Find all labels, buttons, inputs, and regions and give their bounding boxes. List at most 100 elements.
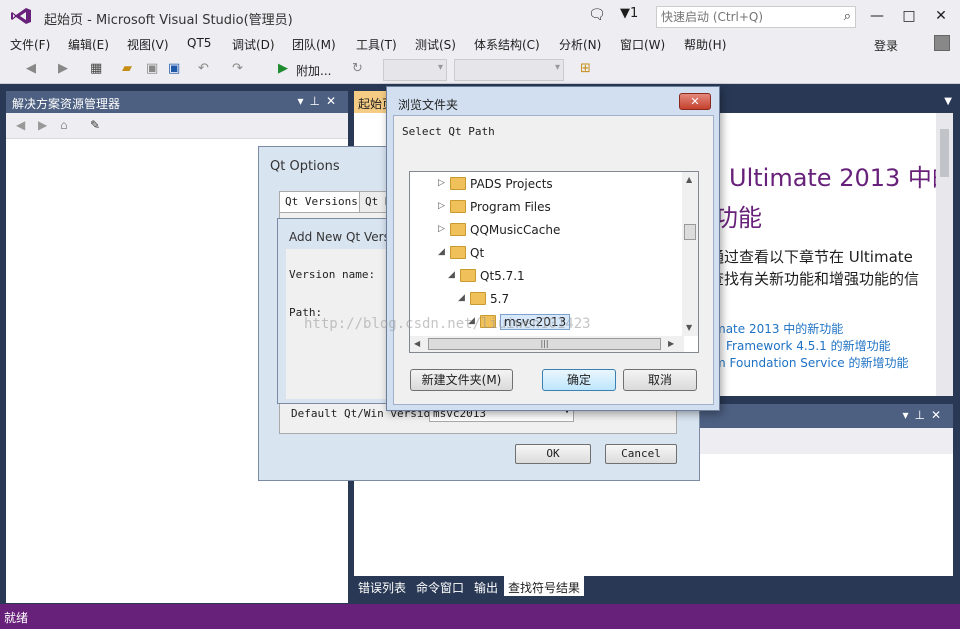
add-qt-version-dialog: Add New Qt Version Version name: Path: — [277, 218, 397, 404]
save-all-icon[interactable]: ▣ — [168, 61, 180, 76]
collapse-arrow-icon[interactable]: ◢ — [438, 247, 450, 257]
solution-platform-select[interactable] — [454, 59, 564, 81]
attach-button[interactable]: 附加... — [296, 62, 331, 79]
pin-icon[interactable]: ⊥ — [914, 408, 930, 422]
solution-explorer-toolbar: ◀ ▶ ⌂ ✎ — [6, 113, 348, 139]
ok-button[interactable]: 确定 — [542, 369, 616, 391]
panel-dropdown-icon[interactable]: ▾ — [902, 408, 914, 422]
quick-launch-input[interactable] — [657, 7, 827, 27]
tree-node-label: QQMusicCache — [470, 223, 561, 237]
solution-config-select[interactable] — [383, 59, 447, 81]
ok-button[interactable]: OK — [515, 444, 591, 464]
tree-node-qt571[interactable]: ◢ Qt5.7.1 — [448, 267, 525, 287]
doc-tabs-dropdown-icon[interactable]: ▼ — [944, 96, 952, 107]
cancel-button[interactable]: Cancel — [605, 444, 677, 464]
menu-analyze[interactable]: 分析(N) — [559, 36, 601, 53]
expand-arrow-icon[interactable]: ▷ — [438, 178, 450, 188]
start-page-heading: Ultimate 2013 中的 — [729, 164, 936, 192]
home-icon[interactable]: ⌂ — [60, 118, 68, 132]
tfs-new-link[interactable]: m Foundation Service 的新增功能 — [714, 354, 908, 371]
scroll-up-icon[interactable]: ▲ — [686, 175, 692, 184]
framework-new-link[interactable]: Framework 4.5.1 的新增功能 — [726, 337, 891, 354]
scroll-down-icon[interactable]: ▼ — [686, 323, 692, 332]
tree-node-program-files[interactable]: ▷ Program Files — [438, 198, 551, 218]
collapse-arrow-icon[interactable]: ◢ — [448, 270, 460, 280]
close-panel-icon[interactable]: ✕ — [931, 408, 947, 422]
tree-node-label: Program Files — [470, 200, 551, 214]
menu-edit[interactable]: 编辑(E) — [68, 36, 109, 53]
expand-arrow-icon[interactable]: ▷ — [438, 224, 450, 234]
undo-icon[interactable]: ↶ — [198, 61, 209, 76]
folder-icon — [460, 269, 476, 282]
tab-output[interactable]: 输出 — [470, 576, 502, 596]
tree-node-qt[interactable]: ◢ Qt — [438, 244, 484, 264]
menu-tools[interactable]: 工具(T) — [356, 36, 397, 53]
sign-in-link[interactable]: 登录 — [874, 37, 898, 54]
menu-bar: 文件(F) 编辑(E) 视图(V) QT5 调试(D) 团队(M) 工具(T) … — [0, 32, 960, 56]
find-in-files-icon[interactable]: ⊞ — [580, 61, 591, 76]
search-icon[interactable]: ⌕ — [844, 9, 851, 24]
minimize-button[interactable]: — — [862, 4, 892, 28]
tree-node-5-7[interactable]: ◢ 5.7 — [458, 290, 509, 310]
feedback-flag-icon[interactable]: ▼1 — [620, 6, 638, 21]
collapse-arrow-icon[interactable]: ◢ — [458, 293, 470, 303]
menu-test[interactable]: 测试(S) — [415, 36, 456, 53]
redo-icon[interactable]: ↷ — [232, 61, 243, 76]
tab-start-page[interactable]: 起始页 — [354, 91, 388, 113]
menu-view[interactable]: 视图(V) — [127, 36, 169, 53]
tab-qt-default[interactable]: Qt D — [359, 191, 389, 213]
quick-launch[interactable]: ⌕ — [656, 6, 856, 28]
menu-debug[interactable]: 调试(D) — [232, 36, 275, 53]
scrollbar-thumb[interactable]: ||| — [428, 338, 661, 350]
browse-folder-description: Select Qt Path — [402, 125, 495, 138]
refresh-icon[interactable]: ↻ — [352, 61, 363, 76]
browse-folder-title: 浏览文件夹 — [398, 98, 459, 112]
scrollbar-thumb[interactable] — [684, 224, 696, 240]
menu-team[interactable]: 团队(M) — [292, 36, 336, 53]
start-page-scrollbar[interactable] — [936, 113, 953, 396]
save-icon[interactable]: ▣ — [146, 61, 158, 76]
menu-window[interactable]: 窗口(W) — [620, 36, 665, 53]
new-project-icon[interactable]: ▦ — [90, 61, 102, 76]
new-folder-button[interactable]: 新建文件夹(M) — [410, 369, 513, 391]
menu-help[interactable]: 帮助(H) — [684, 36, 726, 53]
panel-dropdown-icon[interactable]: ▾ — [297, 94, 309, 108]
back-icon[interactable]: ◀ — [26, 61, 36, 76]
folder-icon — [450, 246, 466, 259]
menu-file[interactable]: 文件(F) — [10, 36, 50, 53]
tab-find-symbol-results[interactable]: 查找符号结果 — [504, 576, 585, 596]
menu-qt5[interactable]: QT5 — [187, 36, 211, 50]
notifications-icon[interactable]: 🗨 — [588, 7, 606, 23]
scroll-right-icon[interactable]: ▶ — [668, 339, 674, 348]
cancel-button[interactable]: 取消 — [623, 369, 697, 391]
properties-wrench-icon[interactable]: ✎ — [90, 118, 100, 132]
scrollbar-thumb[interactable] — [940, 129, 949, 177]
qt-options-title: Qt Options — [270, 159, 340, 174]
tab-error-list[interactable]: 错误列表 — [354, 576, 410, 596]
back-icon[interactable]: ◀ — [16, 118, 25, 132]
window-title: 起始页 - Microsoft Visual Studio(管理员) — [44, 13, 293, 28]
tab-command-window[interactable]: 命令窗口 — [412, 576, 468, 596]
forward-icon[interactable]: ▶ — [38, 118, 47, 132]
whats-new-link[interactable]: mate 2013 中的新功能 — [714, 320, 843, 337]
scroll-left-icon[interactable]: ◀ — [414, 339, 420, 348]
tree-node-qqmusiccache[interactable]: ▷ QQMusicCache — [438, 221, 560, 241]
tree-node-label: PADS Projects — [470, 177, 553, 191]
account-avatar-icon[interactable] — [934, 35, 950, 51]
open-file-icon[interactable]: ▰ — [122, 61, 132, 76]
tree-vertical-scrollbar[interactable]: ▲ ▼ — [682, 172, 698, 336]
folder-icon — [450, 177, 466, 190]
close-dialog-button[interactable]: ✕ — [679, 93, 711, 110]
close-panel-icon[interactable]: ✕ — [326, 94, 342, 108]
close-window-button[interactable]: ✕ — [926, 4, 956, 28]
tree-horizontal-scrollbar[interactable]: ◀ ||| ▶ — [410, 336, 684, 352]
expand-arrow-icon[interactable]: ▷ — [438, 201, 450, 211]
tab-qt-versions[interactable]: Qt Versions — [279, 191, 361, 213]
maximize-button[interactable]: □ — [894, 4, 924, 28]
menu-architecture[interactable]: 体系结构(C) — [474, 36, 540, 53]
pin-icon[interactable]: ⊥ — [309, 94, 325, 108]
forward-icon[interactable]: ▶ — [58, 61, 68, 76]
tree-node-pads-projects[interactable]: ▷ PADS Projects — [438, 175, 553, 195]
start-debug-icon[interactable]: ▶ — [278, 61, 288, 76]
folder-icon — [450, 223, 466, 236]
